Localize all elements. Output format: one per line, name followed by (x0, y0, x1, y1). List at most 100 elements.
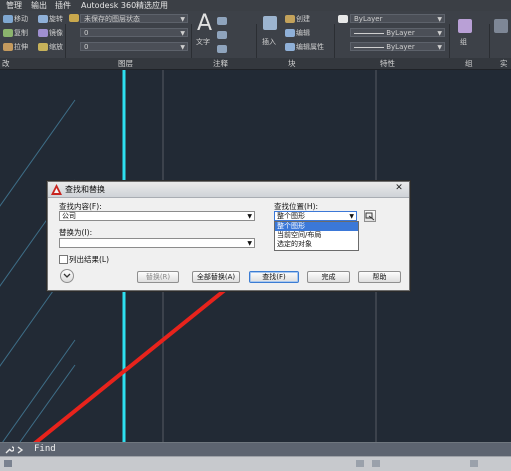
model-icon[interactable] (4, 460, 12, 467)
color-select[interactable]: ByLayer ▼ (350, 14, 445, 23)
panel-label-group[interactable]: 组 (465, 58, 473, 69)
command-input[interactable]: Find (34, 444, 56, 454)
panel-label-block[interactable]: 块 (288, 58, 296, 69)
dialog-title-bar[interactable]: 查找和替换 ✕ (48, 182, 409, 198)
autocad-logo-icon (51, 184, 62, 195)
move-button[interactable]: 移动 (14, 14, 28, 24)
lineweight-select[interactable]: ByLayer ▼ (350, 42, 445, 51)
tab-output[interactable]: 输出 (31, 0, 47, 11)
list-results-label: 列出结果(L) (69, 255, 110, 264)
panel-label-utilities[interactable]: 实 (500, 58, 508, 69)
stretch-button[interactable]: 拉伸 (14, 42, 28, 52)
color-swatch-icon[interactable] (338, 15, 348, 23)
replace-button[interactable]: 替换(R) (137, 271, 179, 283)
find-what-input[interactable]: 公司 ▼ (59, 211, 255, 221)
copy-icon[interactable] (3, 29, 13, 37)
chevron-down-icon (63, 273, 71, 278)
layer-properties-icon[interactable] (69, 14, 79, 22)
option-entire-drawing[interactable]: 整个图形 (275, 222, 358, 231)
create-block-icon[interactable] (285, 15, 295, 23)
linetype-value: ByLayer (386, 29, 415, 37)
rotate-icon[interactable] (38, 15, 48, 23)
panel-label-properties[interactable]: 特性 (380, 58, 395, 69)
layer-current-select[interactable]: 0 ▼ (80, 42, 188, 51)
tab-manage[interactable]: 管理 (6, 0, 22, 11)
copy-button[interactable]: 复制 (14, 28, 28, 38)
chevron-down-icon: ▼ (180, 16, 185, 23)
panel-label-layers[interactable]: 图层 (118, 58, 133, 69)
mirror-button[interactable]: 镜像 (49, 28, 63, 38)
mirror-icon[interactable] (38, 29, 48, 37)
group-icon[interactable] (458, 19, 472, 33)
hatch-line (19, 364, 76, 442)
move-icon[interactable] (3, 15, 13, 23)
chevron-down-icon: ▼ (180, 44, 185, 51)
current-layer-value-2: 0 (84, 43, 89, 51)
done-button[interactable]: 完成 (307, 271, 350, 283)
chevron-down-icon[interactable]: ▼ (247, 239, 252, 248)
edit-attributes-icon[interactable] (285, 43, 295, 51)
lineweight-value: ByLayer (386, 43, 415, 51)
color-value: ByLayer (354, 15, 383, 23)
chevron-down-icon[interactable]: ▼ (349, 212, 354, 221)
close-button[interactable]: ✕ (392, 183, 406, 194)
text-button[interactable]: 文字 (196, 37, 210, 47)
ribbon-panel: 移动 复制 拉伸 旋转 镜像 缩放 未保存的图层状态 ▼ 0 ▼ 0 ▼ A 文字 插… (0, 11, 511, 76)
replace-with-input[interactable]: ▼ (59, 238, 255, 248)
table-icon[interactable] (217, 45, 227, 53)
rotate-button[interactable]: 旋转 (49, 14, 63, 24)
create-block-button[interactable]: 创建 (296, 14, 310, 24)
chevron-down-icon: ▼ (437, 16, 442, 23)
edit-block-icon[interactable] (285, 29, 295, 37)
linetype-select[interactable]: ByLayer ▼ (350, 28, 445, 37)
layout-icon[interactable] (356, 460, 364, 467)
scale-icon[interactable] (38, 43, 48, 51)
text-icon[interactable]: A (197, 12, 212, 36)
scale-button[interactable]: 缩放 (49, 42, 63, 52)
panel-label-annotation[interactable]: 注释 (213, 58, 228, 69)
line-sample (354, 46, 384, 48)
tab-featured-apps[interactable]: 精选应用 (136, 0, 168, 11)
command-prompt-icon (17, 446, 24, 454)
layer-state-select[interactable]: 未保存的图层状态 ▼ (80, 14, 188, 23)
current-layer-value: 0 (84, 29, 89, 37)
ribbon-tab-bar: 管理 输出 插件 Autodesk 360 精选应用 (0, 0, 511, 11)
select-objects-button[interactable] (364, 210, 376, 222)
edit-block-button[interactable]: 编辑 (296, 28, 310, 38)
help-button[interactable]: 帮助 (358, 271, 401, 283)
find-where-select[interactable]: 整个图形 ▼ (274, 211, 357, 221)
dialog-title: 查找和替换 (65, 185, 105, 194)
find-button[interactable]: 查找(F) (249, 271, 299, 283)
settings-icon[interactable] (470, 460, 478, 467)
replace-all-button[interactable]: 全部替换(A) (192, 271, 240, 283)
dimension-icon[interactable] (217, 17, 227, 25)
group-button[interactable]: 组 (460, 37, 467, 47)
status-bar (0, 456, 511, 471)
list-results-checkbox[interactable] (59, 255, 68, 264)
leader-icon[interactable] (217, 31, 227, 39)
tab-autodesk-360[interactable]: Autodesk 360 (81, 0, 136, 11)
ribbon-panel-labels: 改 图层 注释 块 特性 组 实 (0, 58, 511, 70)
find-where-value: 整个图形 (277, 212, 305, 220)
panel-label-modify[interactable]: 改 (2, 58, 10, 69)
edit-attributes-button[interactable]: 编辑属性 (296, 42, 324, 52)
find-replace-dialog: 查找和替换 ✕ 查找内容(F): 公司 ▼ 替换为(I): ▼ 查找位置(H): … (47, 181, 410, 291)
tab-plugins[interactable]: 插件 (55, 0, 71, 11)
utilities-icon[interactable] (494, 19, 508, 33)
insert-button[interactable]: 插入 (262, 37, 276, 47)
expand-options-button[interactable] (60, 269, 74, 283)
select-objects-icon (365, 212, 375, 221)
stretch-icon[interactable] (3, 43, 13, 51)
wrench-icon[interactable] (4, 445, 14, 455)
option-selected-objects[interactable]: 选定的对象 (275, 240, 358, 249)
chevron-down-icon[interactable]: ▼ (247, 212, 252, 221)
chevron-down-icon: ▼ (437, 30, 442, 37)
line-sample (354, 32, 384, 34)
find-what-value: 公司 (62, 212, 76, 220)
option-current-space[interactable]: 当前空间/布局 (275, 231, 358, 240)
layer-list-select[interactable]: 0 ▼ (80, 28, 188, 37)
hatch-line (2, 339, 76, 442)
viewport-icon[interactable] (372, 460, 380, 467)
insert-block-icon[interactable] (263, 16, 277, 30)
command-line[interactable]: Find (0, 442, 511, 457)
